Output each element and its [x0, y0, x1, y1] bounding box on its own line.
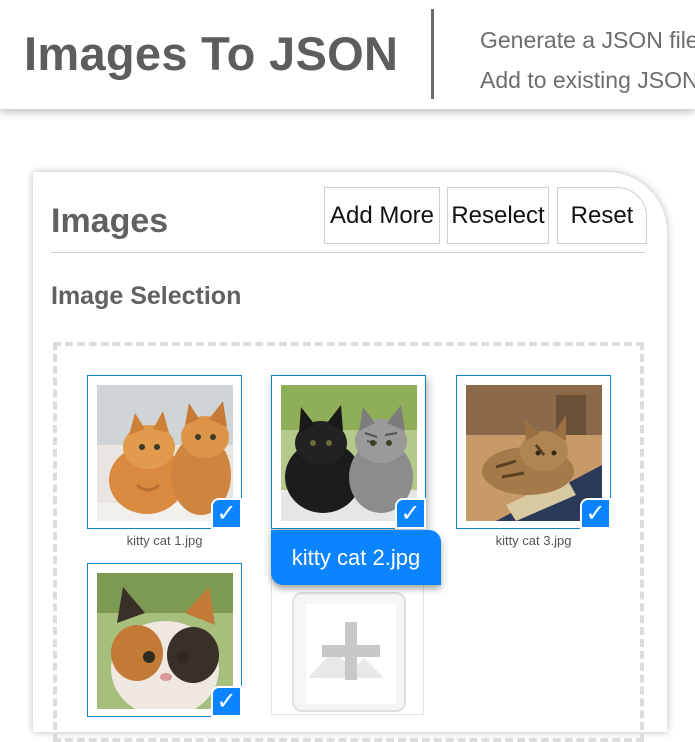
divider: [51, 252, 645, 253]
header-divider: [431, 9, 434, 99]
image-caption-3: kitty cat 3.jpg: [495, 533, 572, 548]
add-to-existing-json-option[interactable]: Add to existing JSON file: [480, 67, 695, 94]
app-header: Images To JSON Generate a JSON file Add …: [0, 0, 695, 109]
image-caption-1: kitty cat 1.jpg: [126, 533, 203, 548]
app-title: Images To JSON: [24, 27, 399, 80]
check-icon[interactable]: ✓: [211, 686, 242, 717]
plus-icon: [306, 604, 396, 704]
check-icon[interactable]: ✓: [395, 498, 426, 529]
card-title: Images: [51, 202, 169, 240]
add-more-button[interactable]: Add More: [324, 187, 440, 244]
filename-tooltip: kitty cat 2.jpg: [271, 530, 441, 585]
section-title: Image Selection: [51, 282, 242, 310]
image-thumbnail-1[interactable]: ✓: [87, 375, 242, 529]
check-icon[interactable]: ✓: [211, 498, 242, 529]
image-thumbnail-4[interactable]: ✓: [87, 563, 242, 717]
image-thumbnail-3[interactable]: ✓: [456, 375, 611, 529]
reset-button[interactable]: Reset: [557, 187, 647, 244]
check-icon[interactable]: ✓: [580, 498, 611, 529]
add-image-tile[interactable]: [271, 575, 424, 715]
image-thumbnail-2[interactable]: ✓: [271, 375, 426, 529]
generate-json-option[interactable]: Generate a JSON file: [480, 27, 695, 54]
add-image-button[interactable]: [292, 592, 406, 712]
reselect-button[interactable]: Reselect: [447, 187, 549, 244]
